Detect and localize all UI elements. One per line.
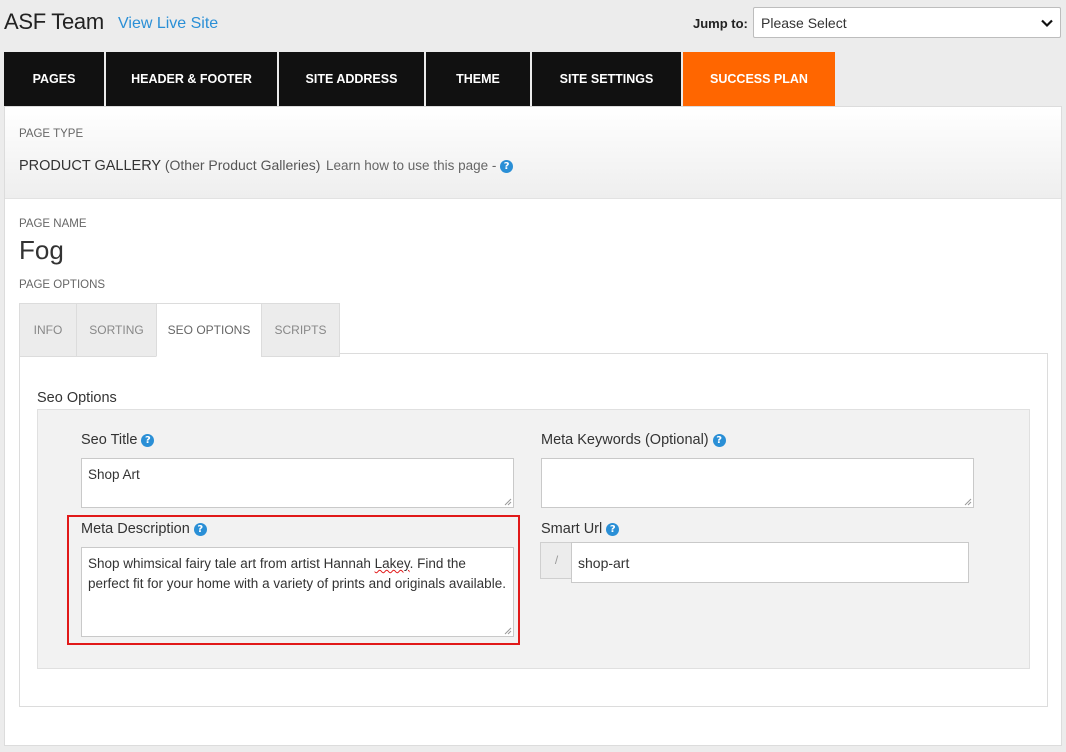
nav-tab-site-settings[interactable]: SITE SETTINGS (532, 52, 681, 106)
meta-keywords-input[interactable] (541, 458, 974, 508)
content-panel: PAGE TYPE PRODUCT GALLERY (Other Product… (4, 106, 1062, 746)
view-live-site-link[interactable]: View Live Site (118, 15, 218, 33)
nav-tab-pages[interactable]: PAGES (4, 52, 104, 106)
meta-description-highlight (67, 515, 520, 645)
meta-keywords-label-text: Meta Keywords (Optional) (541, 432, 709, 448)
nav-tab-theme[interactable]: THEME (426, 52, 530, 106)
page-type-name: PRODUCT GALLERY (19, 158, 161, 174)
smart-url-label: Smart Url ? (541, 521, 620, 537)
site-title: ASF Team (4, 9, 104, 34)
nav-tab-success-plan[interactable]: SUCCESS PLAN (683, 52, 835, 106)
page-type-subtype: (Other Product Galleries) (164, 157, 321, 173)
help-question-icon[interactable]: ? (500, 160, 514, 173)
learn-how-text: Learn how to use this page - (326, 158, 497, 173)
help-question-icon[interactable]: ? (712, 434, 726, 447)
seo-title-value: Shop Art (88, 467, 140, 482)
help-question-icon[interactable]: ? (606, 523, 620, 536)
page-options-tabs: INFO SORTING SEO OPTIONS SCRIPTS (19, 303, 340, 357)
smart-url-prefix: / (540, 542, 572, 579)
seo-title-input[interactable]: Shop Art (81, 458, 514, 508)
resize-grip-icon[interactable] (503, 497, 512, 506)
smart-url-label-text: Smart Url (541, 521, 603, 537)
meta-keywords-label: Meta Keywords (Optional) ? (541, 432, 726, 448)
page-name-label: PAGE NAME (19, 218, 87, 230)
top-bar: ASF Team View Live Site Jump to: Please … (0, 0, 1066, 50)
jump-to-select[interactable]: Please Select (753, 7, 1061, 38)
main-nav: PAGES HEADER & FOOTER SITE ADDRESS THEME… (4, 52, 837, 106)
page-name-value: Fog (19, 235, 64, 265)
seo-title-label-text: Seo Title (81, 432, 138, 448)
chevron-down-icon (1041, 19, 1053, 28)
smart-url-input[interactable]: shop-art (571, 542, 969, 583)
nav-tab-header-footer[interactable]: HEADER & FOOTER (106, 52, 277, 106)
learn-how-link[interactable]: Learn how to use this page - ? (326, 158, 514, 173)
seo-title-label: Seo Title ? (81, 432, 155, 448)
jump-to-label: Jump to: (693, 16, 748, 31)
tab-scripts[interactable]: SCRIPTS (261, 303, 340, 357)
page-options-label: PAGE OPTIONS (19, 279, 106, 291)
page-type-value: PRODUCT GALLERY (Other Product Galleries… (19, 157, 320, 174)
help-question-icon[interactable]: ? (141, 434, 155, 447)
tab-info[interactable]: INFO (19, 303, 76, 357)
resize-grip-icon[interactable] (963, 497, 972, 506)
tab-sorting[interactable]: SORTING (76, 303, 156, 357)
page-type-label: PAGE TYPE (19, 128, 84, 140)
tab-seo-options[interactable]: SEO OPTIONS (156, 303, 261, 357)
page-type-band: PAGE TYPE PRODUCT GALLERY (Other Product… (5, 107, 1061, 199)
seo-options-title: Seo Options (37, 390, 117, 406)
nav-tab-site-address[interactable]: SITE ADDRESS (279, 52, 424, 106)
jump-to-select-value: Please Select (761, 15, 847, 31)
